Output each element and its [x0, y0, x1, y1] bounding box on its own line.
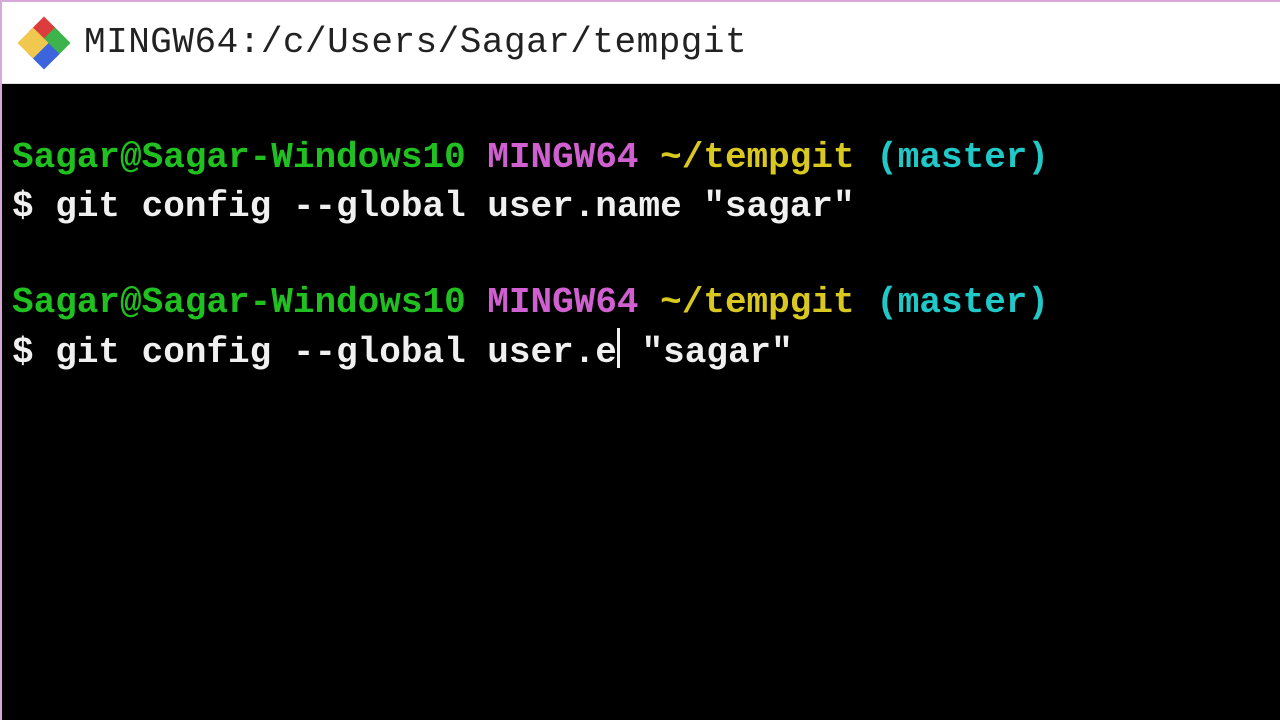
- command-before-cursor: git config --global user.e: [55, 332, 617, 373]
- prompt-symbol: $: [12, 186, 34, 227]
- prompt-env: MINGW64: [487, 137, 638, 178]
- prompt-line: Sagar@Sagar-Windows10 MINGW64 ~/tempgit …: [12, 134, 1270, 183]
- blank-line: [12, 231, 1270, 279]
- prompt-user-host: Sagar@Sagar-Windows10: [12, 137, 466, 178]
- command-line: $ git config --global user.name "sagar": [12, 183, 1270, 232]
- git-bash-icon: [22, 21, 66, 65]
- prompt-branch: (master): [876, 137, 1049, 178]
- command-after-cursor: "sagar": [620, 332, 793, 373]
- prompt-env: MINGW64: [487, 282, 638, 323]
- prompt-line: Sagar@Sagar-Windows10 MINGW64 ~/tempgit …: [12, 279, 1270, 328]
- prompt-path: ~/tempgit: [660, 282, 854, 323]
- terminal-viewport[interactable]: Sagar@Sagar-Windows10 MINGW64 ~/tempgit …: [2, 84, 1280, 720]
- prompt-branch: (master): [876, 282, 1049, 323]
- prompt-path: ~/tempgit: [660, 137, 854, 178]
- titlebar[interactable]: MINGW64:/c/Users/Sagar/tempgit: [2, 2, 1280, 84]
- window-title: MINGW64:/c/Users/Sagar/tempgit: [84, 22, 747, 63]
- prompt-symbol: $: [12, 332, 34, 373]
- prompt-user-host: Sagar@Sagar-Windows10: [12, 282, 466, 323]
- current-command-line[interactable]: $ git config --global user.e "sagar": [12, 328, 1270, 378]
- app-window: MINGW64:/c/Users/Sagar/tempgit Sagar@Sag…: [0, 0, 1280, 720]
- command-text: git config --global user.name "sagar": [55, 186, 854, 227]
